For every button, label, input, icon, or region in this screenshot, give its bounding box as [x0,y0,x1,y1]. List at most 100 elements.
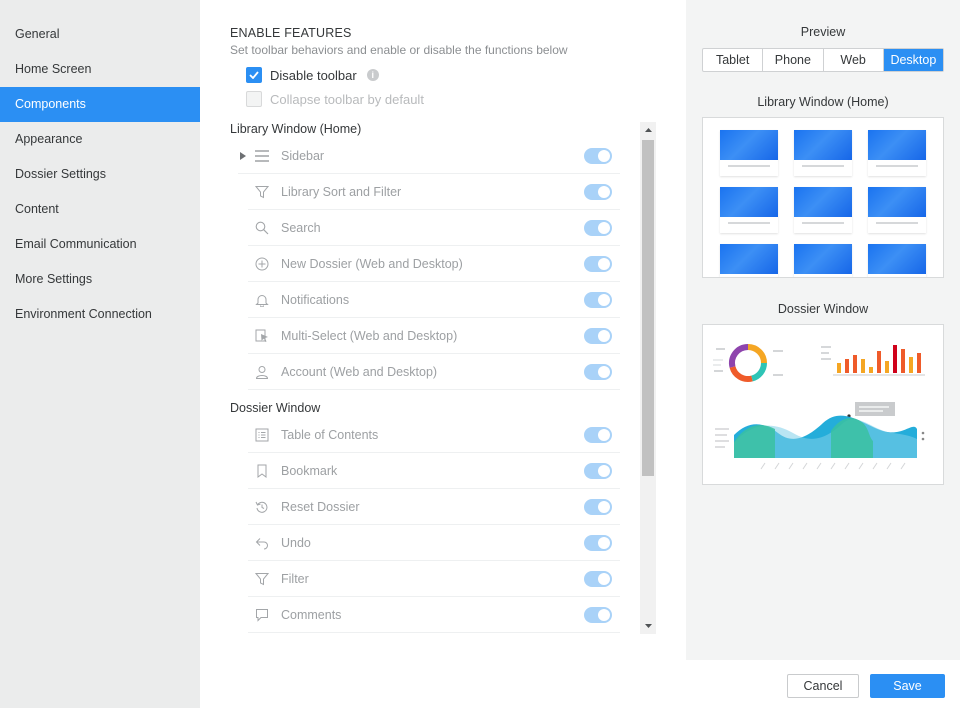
library-preview-title: Library Window (Home) [757,95,889,109]
comment-icon [254,607,270,623]
donut-chart-graphic [713,344,783,382]
disable-toolbar-checkbox[interactable] [246,67,262,83]
reset-dossier-toggle[interactable] [584,498,612,515]
comments-toggle[interactable] [584,606,612,623]
scroll-up-arrow-icon[interactable] [640,122,656,138]
multi-select-icon [254,328,270,344]
tab-web[interactable]: Web [824,49,884,71]
feature-row-sidebar: Sidebar [238,138,620,174]
disable-toolbar-label: Disable toolbar [270,67,357,83]
new-dossier-toggle[interactable] [584,255,612,272]
dossier-thumbnail [868,244,926,277]
sidebar-item-more-settings[interactable]: More Settings [0,262,200,297]
dossier-preview-title: Dossier Window [777,302,869,316]
multi-select-toggle[interactable] [584,327,612,344]
save-button[interactable]: Save [870,674,945,698]
feature-row-account: Account (Web and Desktop) [248,354,620,390]
sidebar-item-dossier-settings[interactable]: Dossier Settings [0,157,200,192]
area-chart-graphic [715,402,925,470]
reset-icon [254,499,270,515]
feature-label: Sidebar [281,148,325,163]
account-toggle[interactable] [584,363,612,380]
bar-chart-graphic [821,345,925,376]
library-sort-filter-toggle[interactable] [584,183,612,200]
feature-label: Notifications [281,292,350,307]
feature-list-scrollbar[interactable] [640,122,656,634]
collapse-toolbar-checkbox [246,91,262,107]
sidebar: General Home Screen Components Appearanc… [0,0,200,708]
feature-row-library-sort-filter: Library Sort and Filter [248,174,620,210]
sidebar-item-components[interactable]: Components [0,87,200,122]
feature-row-bookmark: Bookmark [248,453,620,489]
preview-panel: Preview Tablet Phone Web Desktop Library… [686,0,960,660]
feature-row-table-of-contents: Table of Contents [248,417,620,453]
notifications-toggle[interactable] [584,291,612,308]
library-group-title: Library Window (Home) [230,122,362,136]
feature-label: Reset Dossier [281,499,360,514]
dossier-preview-illustration [713,344,925,470]
bell-icon [254,292,270,308]
features-panel: ENABLE FEATURES Set toolbar behaviors an… [200,0,686,708]
feature-row-reset-dossier: Reset Dossier [248,489,620,525]
sidebar-item-home-screen[interactable]: Home Screen [0,52,200,87]
feature-row-undo: Undo [248,525,620,561]
disable-toolbar-row: Disable toolbar i [246,66,379,84]
toc-icon [254,427,270,443]
feature-label: Multi-Select (Web and Desktop) [281,328,458,343]
search-toggle[interactable] [584,219,612,236]
feature-row-filter: Filter [248,561,620,597]
feature-list: Library Window (Home) Sidebar Library So… [230,120,656,634]
sidebar-item-email-communication[interactable]: Email Communication [0,227,200,262]
feature-label: Account (Web and Desktop) [281,364,438,379]
dossier-thumbnail [720,130,778,176]
sidebar-item-content[interactable]: Content [0,192,200,227]
feature-row-new-dossier: New Dossier (Web and Desktop) [248,246,620,282]
feature-label: New Dossier (Web and Desktop) [281,256,463,271]
sidebar-item-general[interactable]: General [0,17,200,52]
bookmark-toggle[interactable] [584,462,612,479]
tab-desktop[interactable]: Desktop [883,49,943,71]
bookmark-icon [254,463,270,479]
collapse-toolbar-row: Collapse toolbar by default [246,90,424,108]
sidebar-item-appearance[interactable]: Appearance [0,122,200,157]
dossier-thumbnail [868,130,926,176]
filter-icon [254,184,270,200]
dossier-thumbnail [720,244,778,277]
feature-label: Filter [281,571,309,586]
feature-label: Bookmark [281,463,338,478]
expand-caret-icon[interactable] [238,148,248,164]
scroll-down-arrow-icon[interactable] [640,618,656,634]
dossier-thumbnail [794,130,852,176]
feature-row-comments: Comments [248,597,620,633]
filter-icon [254,571,270,587]
filter-toggle[interactable] [584,570,612,587]
tab-tablet[interactable]: Tablet [703,49,764,71]
dossier-thumbnail [794,244,852,277]
collapse-toolbar-label: Collapse toolbar by default [270,91,424,107]
dossier-thumbnail [794,187,852,233]
feature-row-multi-select: Multi-Select (Web and Desktop) [248,318,620,354]
check-icon [249,71,259,79]
table-of-contents-toggle[interactable] [584,426,612,443]
section-title: ENABLE FEATURES [230,26,352,40]
feature-label: Comments [281,607,342,622]
dossier-group-title: Dossier Window [230,401,321,415]
device-selector: Tablet Phone Web Desktop [702,48,944,72]
settings-app: General Home Screen Components Appearanc… [0,0,960,708]
undo-toggle[interactable] [584,534,612,551]
preview-title: Preview [800,25,846,39]
dossier-thumbnail [720,187,778,233]
user-icon [254,364,270,380]
sidebar-item-environment-connection[interactable]: Environment Connection [0,297,200,332]
library-preview [702,117,944,278]
add-circle-icon [254,256,270,272]
tab-phone[interactable]: Phone [763,49,824,71]
info-icon[interactable]: i [366,69,379,81]
scrollbar-thumb[interactable] [642,140,654,476]
sidebar-toggle[interactable] [584,147,612,164]
dossier-preview [702,324,944,485]
cancel-button[interactable]: Cancel [787,674,859,698]
feature-label: Undo [281,535,311,550]
feature-label: Search [281,220,321,235]
feature-row-notifications: Notifications [248,282,620,318]
